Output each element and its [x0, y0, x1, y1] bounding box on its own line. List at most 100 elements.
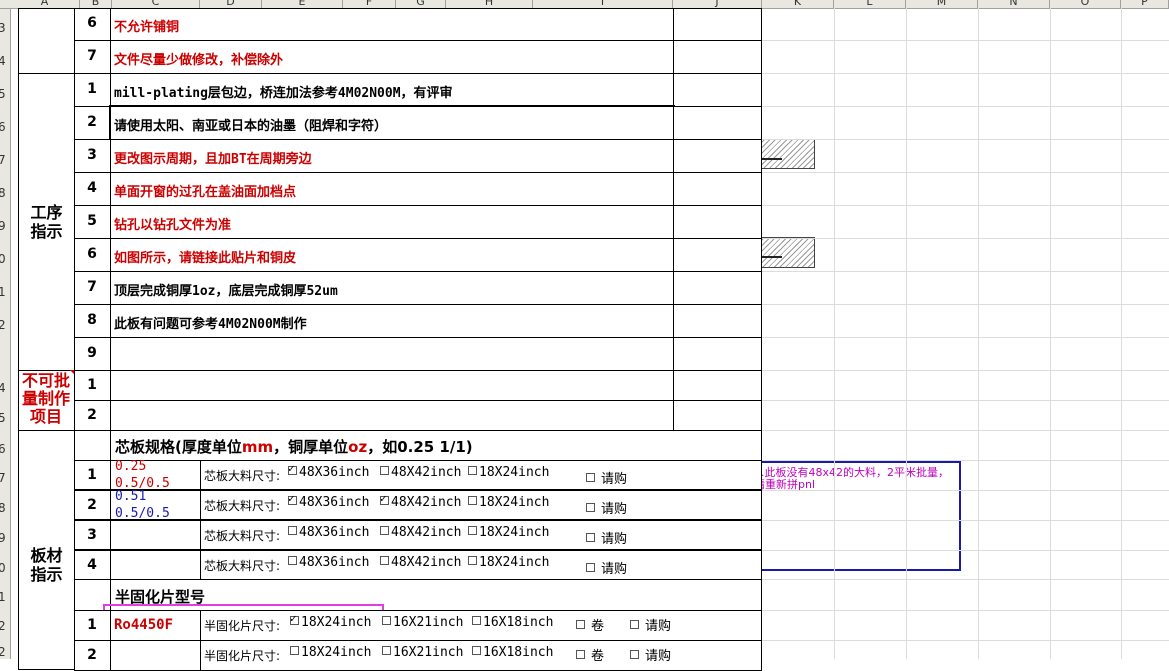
checkbox-icon[interactable]: [468, 496, 477, 505]
option-purchase-checkbox[interactable]: 请购: [630, 645, 671, 664]
checkbox-icon[interactable]: [576, 650, 585, 659]
core-spec-cell[interactable]: [110, 520, 201, 550]
column-header[interactable]: K: [762, 0, 834, 8]
checkbox-icon[interactable]: [380, 556, 389, 565]
checkbox-icon[interactable]: [288, 492, 297, 505]
option-16x18-checkbox[interactable]: 16X18inch: [472, 645, 553, 660]
row-header[interactable]: 2: [0, 619, 8, 633]
instruction-cell[interactable]: [110, 400, 674, 431]
column-header[interactable]: L: [834, 0, 906, 8]
column-header[interactable]: P: [1121, 0, 1169, 8]
option-48x36-checkbox[interactable]: 48X36inch: [288, 555, 369, 570]
option-16x18-checkbox[interactable]: 16X18inch: [472, 615, 553, 630]
row-header[interactable]: 9: [0, 531, 8, 545]
option-18x24-checkbox[interactable]: 18X24inch: [290, 612, 371, 630]
option-48x42-checkbox[interactable]: 48X42inch: [380, 525, 461, 540]
row-header[interactable]: 0: [0, 252, 8, 266]
checkbox-icon[interactable]: [586, 563, 595, 572]
checkbox-icon[interactable]: [468, 526, 477, 535]
instruction-cell[interactable]: [110, 337, 674, 371]
row-header[interactable]: 2: [0, 318, 8, 332]
option-18x24-checkbox[interactable]: 18X24inch: [468, 555, 549, 570]
option-18x24-checkbox[interactable]: 18X24inch: [468, 525, 549, 540]
checkbox-icon[interactable]: [586, 503, 595, 512]
row-header[interactable]: 1: [0, 590, 8, 604]
checkbox-icon[interactable]: [290, 612, 299, 625]
column-header[interactable]: N: [978, 0, 1050, 8]
row-header[interactable]: 6: [0, 442, 8, 456]
extra-cell[interactable]: [673, 370, 762, 401]
extra-cell[interactable]: [673, 172, 762, 206]
column-header[interactable]: O: [1050, 0, 1121, 8]
row-header[interactable]: 9: [0, 219, 8, 233]
checkbox-icon[interactable]: [380, 466, 389, 475]
checkbox-icon[interactable]: [472, 646, 481, 655]
row-header[interactable]: 3: [0, 21, 8, 35]
row-header[interactable]: 8: [0, 501, 8, 515]
core-title-num-cell[interactable]: [74, 430, 111, 461]
instruction-cell[interactable]: [110, 370, 674, 401]
column-header[interactable]: H: [446, 0, 533, 8]
checkbox-icon[interactable]: [630, 620, 639, 629]
column-header[interactable]: M: [906, 0, 978, 8]
row-header[interactable]: 0: [0, 561, 8, 575]
row-header[interactable]: 4: [0, 54, 8, 68]
extra-cell[interactable]: [673, 304, 762, 338]
option-purchase-checkbox[interactable]: 请购: [586, 468, 627, 487]
extra-cell[interactable]: [673, 271, 762, 305]
option-48x42-checkbox[interactable]: 48X42inch: [380, 555, 461, 570]
option-48x42-checkbox[interactable]: 48X42inch: [380, 492, 461, 510]
checkbox-icon[interactable]: [380, 492, 389, 505]
cell-comment-box[interactable]: 1.此板没有48x42的大料，2平米批量，请重新拼pnl: [747, 461, 961, 571]
column-header[interactable]: D: [200, 0, 262, 8]
checkbox-icon[interactable]: [586, 473, 595, 482]
prepreg-model-cell[interactable]: [110, 640, 201, 671]
column-header[interactable]: G: [396, 0, 446, 8]
option-purchase-checkbox[interactable]: 请购: [586, 498, 627, 517]
column-header[interactable]: F: [343, 0, 396, 8]
column-header[interactable]: E: [262, 0, 343, 8]
row-header[interactable]: 2: [0, 645, 8, 659]
column-header[interactable]: A: [10, 0, 80, 8]
option-purchase-checkbox[interactable]: 请购: [630, 615, 671, 634]
option-18x24-checkbox[interactable]: 18X24inch: [468, 465, 549, 480]
checkbox-icon[interactable]: [576, 620, 585, 629]
extra-cell[interactable]: [673, 337, 762, 371]
row-header[interactable]: 1: [0, 285, 8, 299]
option-48x36-checkbox[interactable]: 48X36inch: [288, 525, 369, 540]
option-purchase-checkbox[interactable]: 请购: [586, 558, 627, 577]
row-header[interactable]: 8: [0, 186, 8, 200]
extra-cell[interactable]: [673, 238, 762, 272]
row-header[interactable]: 5: [0, 411, 8, 425]
option-48x36-checkbox[interactable]: 48X36inch: [288, 462, 369, 480]
extra-cell-top-6[interactable]: [673, 8, 762, 41]
option-purchase-checkbox[interactable]: 请购: [586, 528, 627, 547]
checkbox-icon[interactable]: [472, 616, 481, 625]
column-header[interactable]: I: [533, 0, 673, 8]
checkbox-icon[interactable]: [290, 646, 299, 655]
checkbox-icon[interactable]: [288, 556, 297, 565]
checkbox-icon[interactable]: [382, 616, 391, 625]
checkbox-icon[interactable]: [468, 466, 477, 475]
column-header[interactable]: J: [673, 0, 762, 8]
extra-cell[interactable]: [673, 106, 762, 140]
extra-cell[interactable]: [673, 73, 762, 107]
checkbox-icon[interactable]: [586, 533, 595, 542]
option-18x24-checkbox[interactable]: 18X24inch: [468, 495, 549, 510]
row-header[interactable]: 7: [0, 471, 8, 485]
extra-cell[interactable]: [673, 400, 762, 431]
text-cell-top-6[interactable]: [110, 8, 674, 41]
extra-cell[interactable]: [673, 205, 762, 239]
extra-cell-top-7[interactable]: [673, 40, 762, 74]
row-header[interactable]: 6: [0, 120, 8, 134]
core-spec-cell[interactable]: [110, 550, 201, 580]
option-16x21-checkbox[interactable]: 16X21inch: [382, 615, 463, 630]
row-header[interactable]: 5: [0, 87, 8, 101]
checkbox-icon[interactable]: [288, 462, 297, 475]
option-18x24-checkbox[interactable]: 18X24inch: [290, 645, 371, 660]
option-48x36-checkbox[interactable]: 48X36inch: [288, 492, 369, 510]
extra-cell[interactable]: [673, 139, 762, 173]
checkbox-icon[interactable]: [288, 526, 297, 535]
option-16x21-checkbox[interactable]: 16X21inch: [382, 645, 463, 660]
label-cell-top[interactable]: [18, 8, 75, 74]
